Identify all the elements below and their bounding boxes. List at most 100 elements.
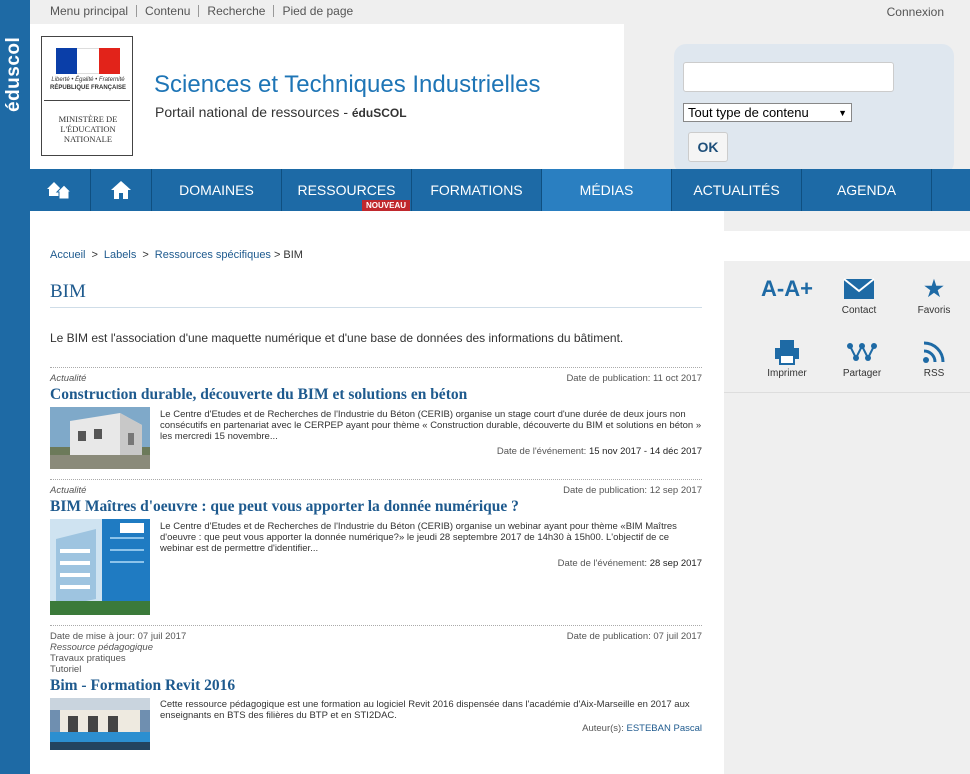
article-updated-date: Date de mise à jour: 07 juil 2017 xyxy=(50,631,187,642)
nav-domaines[interactable]: DOMAINES xyxy=(152,169,282,211)
title-divider xyxy=(50,307,702,308)
article-event-date: Date de l'événement: 28 sep 2017 xyxy=(558,558,702,569)
font-size-tool[interactable]: A-A+ xyxy=(752,273,822,305)
rss-icon xyxy=(899,336,969,368)
article-thumbnail[interactable] xyxy=(50,519,150,615)
breadcrumb-sep: > xyxy=(273,249,281,261)
event-label: Date de l'événement: xyxy=(496,446,589,457)
article-item: Actualité Date de publication: 11 oct 20… xyxy=(50,367,702,473)
favoris-tool[interactable]: ★ Favoris xyxy=(899,273,969,316)
logo-motto: Liberté • Égalité • Fraternité xyxy=(51,77,125,83)
main-nav: DOMAINES RESSOURCES NOUVEAU FORMATIONS MÉ… xyxy=(30,169,970,211)
contact-tool[interactable]: Contact xyxy=(824,273,894,316)
breadcrumb-accueil[interactable]: Accueil xyxy=(50,249,85,261)
share-tool[interactable]: Partager xyxy=(827,336,897,379)
sidebar-strip xyxy=(724,231,970,261)
search-zone: Tout type de contenu ▼ OK xyxy=(624,24,970,174)
article-thumbnail[interactable] xyxy=(50,407,150,469)
page-tools: A-A+ Contact ★ Favoris Imprimer Partager xyxy=(724,261,970,391)
content-type-select[interactable]: Tout type de contenu ▼ xyxy=(683,103,852,122)
nav-agenda-label: AGENDA xyxy=(836,182,897,198)
font-size-icon: A-A+ xyxy=(761,276,813,301)
breadcrumb-ressources[interactable]: Ressources spécifiques xyxy=(155,249,271,261)
ministry-logo[interactable]: Liberté • Égalité • Fraternité RÉPUBLIQU… xyxy=(41,36,133,156)
home-icon-svg xyxy=(111,181,131,199)
nav-actualites[interactable]: ACTUALITÉS xyxy=(672,169,802,211)
author-link[interactable]: ESTEBAN Pascal xyxy=(627,723,703,734)
content-type-select-value: Tout type de contenu xyxy=(688,105,809,120)
skip-link-footer[interactable]: Pied de page xyxy=(274,5,361,17)
article-description: Le Centre d'Etudes et de Recherches de l… xyxy=(160,409,702,442)
breadcrumb-sep: > xyxy=(91,249,98,261)
event-label: Date de l'événement: xyxy=(557,558,650,569)
chevron-down-icon: ▼ xyxy=(838,107,847,118)
search-ok-button[interactable]: OK xyxy=(688,132,728,162)
article-item: Date de mise à jour: 07 juil 2017 Date d… xyxy=(50,625,702,755)
article-pub-date: Date de publication: 07 juil 2017 xyxy=(566,631,702,642)
share-label: Partager xyxy=(842,368,882,379)
article-thumbnail-image xyxy=(50,407,150,469)
tools-divider xyxy=(724,392,970,393)
printer-icon xyxy=(752,336,822,368)
login-link[interactable]: Connexion xyxy=(887,5,944,19)
site-subtitle: Portail national de ressources - éduSCOL xyxy=(155,104,407,120)
article-item: Actualité Date de publication: 12 sep 20… xyxy=(50,479,702,624)
article-title[interactable]: Construction durable, découverte du BIM … xyxy=(50,386,467,404)
article-thumbnail[interactable] xyxy=(50,698,150,750)
new-badge: NOUVEAU xyxy=(362,200,411,211)
home-network-icon[interactable] xyxy=(30,169,91,211)
article-description: Cette ressource pédagogique est une form… xyxy=(160,699,690,721)
article-tag: Travaux pratiques xyxy=(50,653,126,664)
article-category: Ressource pédagogique xyxy=(50,642,153,653)
article-author: Auteur(s): ESTEBAN Pascal xyxy=(582,723,702,734)
article-category: Actualité xyxy=(50,373,87,384)
rss-label: RSS xyxy=(923,368,945,379)
event-date-value: 15 nov 2017 - 14 déc 2017 xyxy=(588,446,702,457)
print-tool[interactable]: Imprimer xyxy=(752,336,822,379)
page-title: BIM xyxy=(50,281,86,302)
article-divider xyxy=(50,479,702,480)
nav-medias-label: MÉDIAS xyxy=(579,182,634,198)
favoris-label: Favoris xyxy=(917,305,951,316)
article-thumbnail-image xyxy=(50,698,150,750)
search-input[interactable] xyxy=(683,62,894,92)
skip-link-menu[interactable]: Menu principal xyxy=(50,5,138,17)
nav-ressources[interactable]: RESSOURCES NOUVEAU xyxy=(282,169,412,211)
article-category: Actualité xyxy=(50,485,87,496)
nav-formations[interactable]: FORMATIONS xyxy=(412,169,542,211)
eduscol-logo[interactable]: éduscol xyxy=(3,12,27,112)
top-bar: Menu principal Contenu Recherche Pied de… xyxy=(30,0,970,24)
nav-agenda[interactable]: AGENDA xyxy=(802,169,932,211)
skip-link-search[interactable]: Recherche xyxy=(199,5,275,17)
marianne-flag-icon xyxy=(56,48,120,74)
breadcrumb: Accueil > Labels > Ressources spécifiques > BI… xyxy=(50,249,303,261)
article-tag: Tutoriel xyxy=(50,664,82,675)
mail-icon xyxy=(824,273,894,305)
skip-link-content[interactable]: Contenu xyxy=(137,5,200,17)
article-pub-date: Date de publication: 11 oct 2017 xyxy=(566,373,702,384)
breadcrumb-sep: > xyxy=(142,249,149,261)
nav-medias[interactable]: MÉDIAS xyxy=(542,169,672,211)
site-subtitle-brand: éduSCOL xyxy=(351,106,407,120)
page-intro: Le BIM est l'association d'une maquette … xyxy=(50,331,624,345)
home-icon[interactable] xyxy=(91,169,152,211)
site-title[interactable]: Sciences et Techniques Industrielles xyxy=(154,71,540,99)
nav-ressources-label: RESSOURCES xyxy=(297,182,396,198)
logo-ministry: MINISTÈRE DE L'ÉDUCATION NATIONALE xyxy=(58,114,118,144)
nav-domaines-label: DOMAINES xyxy=(179,182,254,198)
breadcrumb-labels[interactable]: Labels xyxy=(104,249,136,261)
site-header: Liberté • Égalité • Fraternité RÉPUBLIQU… xyxy=(30,24,624,169)
article-divider xyxy=(50,367,702,368)
article-event-date: Date de l'événement: 15 nov 2017 - 14 dé… xyxy=(497,446,702,457)
skip-links: Menu principal Contenu Recherche Pied de… xyxy=(50,5,361,17)
event-date-value: 28 sep 2017 xyxy=(649,558,702,569)
share-icon xyxy=(827,336,897,368)
contact-label: Contact xyxy=(841,305,877,316)
logo-republic: RÉPUBLIQUE FRANÇAISE xyxy=(49,85,126,91)
right-sidebar: A-A+ Contact ★ Favoris Imprimer Partager xyxy=(724,211,970,774)
search-panel: Tout type de contenu ▼ OK xyxy=(674,44,954,174)
article-title[interactable]: BIM Maîtres d'oeuvre : que peut vous app… xyxy=(50,498,519,516)
article-title[interactable]: Bim - Formation Revit 2016 xyxy=(50,677,235,695)
site-subtitle-text: Portail national de ressources - xyxy=(155,104,352,120)
rss-tool[interactable]: RSS xyxy=(899,336,969,379)
